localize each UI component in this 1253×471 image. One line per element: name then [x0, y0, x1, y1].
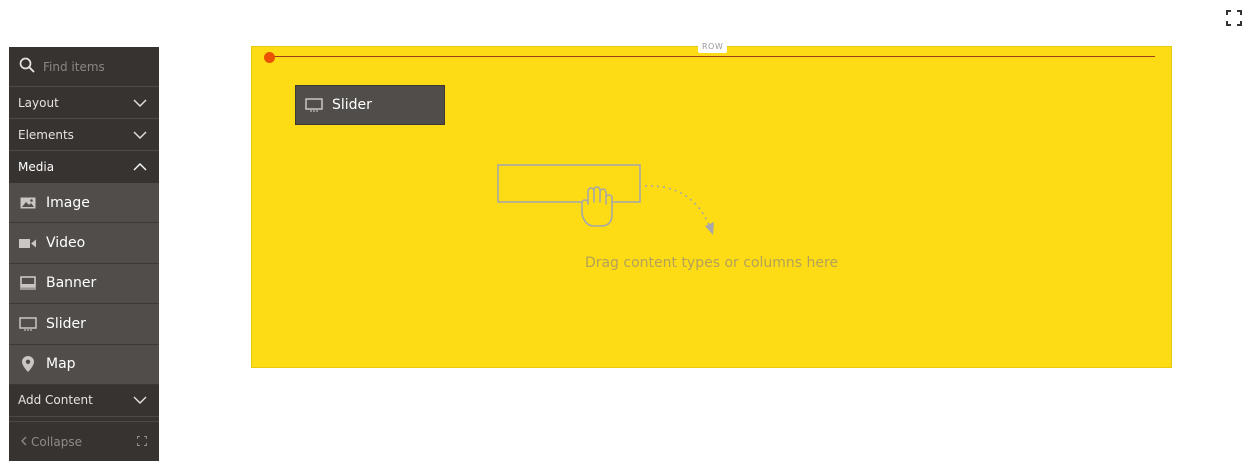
chevron-left-icon	[21, 435, 27, 449]
dragged-slider-item[interactable]: Slider	[295, 85, 445, 125]
slider-icon	[305, 97, 323, 113]
search-bar	[9, 47, 159, 87]
fullscreen-icon[interactable]	[1226, 10, 1242, 26]
slider-icon	[19, 316, 37, 332]
drag-hand-illustration	[497, 164, 727, 248]
media-item-video[interactable]: Video	[9, 223, 159, 264]
chevron-down-icon	[133, 393, 147, 407]
drop-zone-hint: Drag content types or columns here	[584, 255, 839, 271]
chevron-up-icon	[133, 160, 147, 174]
media-item-label: Image	[46, 194, 90, 211]
group-add-content-label: Add Content	[18, 393, 93, 408]
collapse-panel-button[interactable]: Collapse	[9, 421, 159, 461]
media-item-label: Banner	[46, 275, 97, 292]
collapse-label: Collapse	[31, 434, 82, 449]
group-media-label: Media	[18, 160, 55, 174]
dragged-item-label: Slider	[332, 97, 372, 113]
group-add-content[interactable]: Add Content	[9, 385, 159, 417]
expand-icon[interactable]	[136, 435, 148, 449]
row-container[interactable]: ROW Slider Drag content types or columns…	[251, 41, 1172, 368]
row-label: ROW	[698, 41, 728, 53]
image-icon	[19, 195, 37, 211]
drop-indicator-dot	[264, 52, 275, 63]
chevron-down-icon	[133, 128, 147, 142]
media-item-label: Map	[46, 356, 76, 373]
media-item-map[interactable]: Map	[9, 344, 159, 385]
group-media[interactable]: Media	[9, 151, 159, 183]
media-item-banner[interactable]: Banner	[9, 263, 159, 305]
media-item-slider[interactable]: Slider	[9, 304, 159, 345]
group-layout-label: Layout	[18, 95, 59, 110]
media-item-label: Video	[46, 235, 86, 252]
media-item-label: Slider	[46, 315, 86, 332]
group-elements-label: Elements	[18, 127, 74, 142]
search-icon	[19, 57, 35, 77]
chevron-down-icon	[133, 96, 147, 110]
banner-icon	[19, 275, 37, 291]
video-icon	[19, 235, 37, 251]
drop-indicator-line	[271, 56, 1155, 57]
media-item-image[interactable]: Image	[9, 183, 159, 224]
map-pin-icon	[19, 356, 37, 373]
group-layout[interactable]: Layout	[9, 87, 159, 119]
page-builder-panel: Layout Elements Media Image	[9, 47, 159, 461]
search-input[interactable]	[43, 59, 143, 74]
group-elements[interactable]: Elements	[9, 119, 159, 151]
